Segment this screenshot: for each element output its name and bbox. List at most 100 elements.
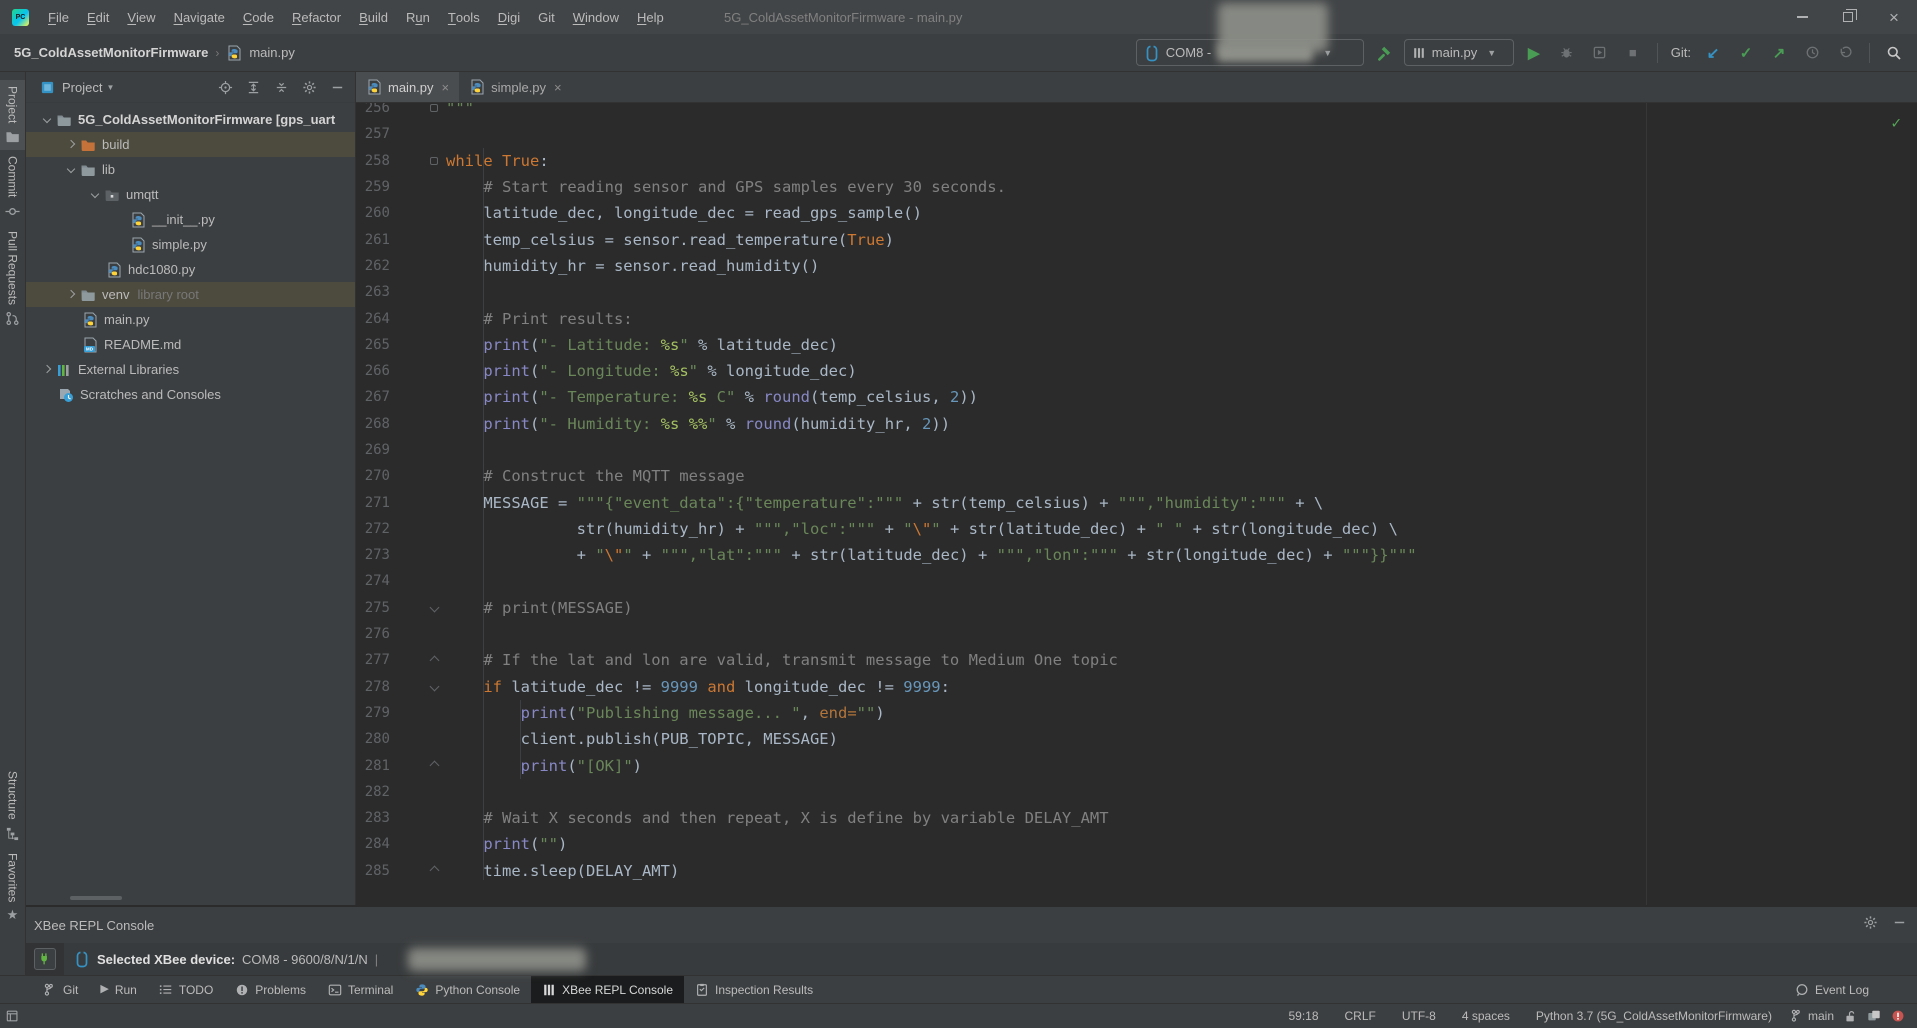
- tree-item-init-py[interactable]: __init__.py: [26, 207, 355, 232]
- menu-digi[interactable]: Digi: [489, 0, 529, 34]
- toolwindow-tab-python-console[interactable]: Python Console: [404, 976, 531, 1003]
- debug-button[interactable]: [1554, 40, 1580, 66]
- panel-settings-button[interactable]: [297, 75, 321, 99]
- menu-window[interactable]: Window: [564, 0, 628, 34]
- status-encoding[interactable]: UTF-8: [1402, 1009, 1436, 1023]
- git-push-button[interactable]: ↗: [1766, 40, 1792, 66]
- code-line-256[interactable]: 256 """: [356, 103, 1917, 121]
- tool-button-pull-requests[interactable]: Pull Requests: [0, 225, 25, 332]
- unlock-icon[interactable]: [1844, 1010, 1857, 1023]
- tree-item-lib[interactable]: lib: [26, 157, 355, 182]
- run-config-selector[interactable]: main.py ▼: [1404, 39, 1514, 66]
- breadcrumb-file[interactable]: main.py: [249, 45, 295, 60]
- menu-view[interactable]: View: [118, 0, 164, 34]
- tree-item-hdc1080-py[interactable]: hdc1080.py: [26, 257, 355, 282]
- code-line-272[interactable]: 272 str(humidity_hr) + ""","loc":""" + "…: [356, 516, 1917, 542]
- collapse-all-button[interactable]: [269, 75, 293, 99]
- code-line-271[interactable]: 271 MESSAGE = """{"event_data":{"tempera…: [356, 489, 1917, 515]
- code-line-266[interactable]: 266 print("- Longitude: %s" % longitude_…: [356, 358, 1917, 384]
- code-line-268[interactable]: 268 print("- Humidity: %s %%" % round(hu…: [356, 411, 1917, 437]
- stop-button[interactable]: ■: [1620, 40, 1646, 66]
- code-line-285[interactable]: 285 time.sleep(DELAY_AMT): [356, 858, 1917, 884]
- tab-simple-py[interactable]: simple.py ×: [459, 72, 572, 102]
- code-line-276[interactable]: 276: [356, 621, 1917, 647]
- code-line-274[interactable]: 274: [356, 568, 1917, 594]
- menu-run[interactable]: Run: [397, 0, 439, 34]
- chevron-down-icon[interactable]: [86, 186, 104, 204]
- tree-item-readme-md[interactable]: MDREADME.md: [26, 332, 355, 357]
- hide-panel-button[interactable]: [325, 75, 349, 99]
- fold-marker[interactable]: [390, 157, 446, 165]
- search-everywhere-button[interactable]: [1881, 40, 1907, 66]
- code-line-257[interactable]: 257: [356, 121, 1917, 147]
- toolwindow-tab-xbee-repl-console[interactable]: XBee REPL Console: [531, 976, 684, 1003]
- chevron-right-icon[interactable]: [38, 361, 56, 379]
- fold-marker[interactable]: [390, 867, 446, 874]
- fold-marker[interactable]: [390, 683, 446, 690]
- toolwindow-tab-terminal[interactable]: Terminal: [317, 976, 404, 1003]
- breadcrumb-project[interactable]: 5G_ColdAssetMonitorFirmware: [14, 45, 208, 60]
- code-line-260[interactable]: 260 latitude_dec, longitude_dec = read_g…: [356, 200, 1917, 226]
- tool-windows-icon[interactable]: [6, 1009, 20, 1023]
- chevron-right-icon[interactable]: [62, 136, 80, 154]
- tool-button-project[interactable]: Project: [0, 80, 25, 150]
- code-line-258[interactable]: 258 while True:: [356, 148, 1917, 174]
- horizontal-scrollbar[interactable]: [70, 896, 122, 900]
- code-line-277[interactable]: 277 # If the lat and lon are valid, tran…: [356, 647, 1917, 673]
- fold-marker[interactable]: [390, 762, 446, 769]
- status-indent-style[interactable]: 4 spaces: [1462, 1009, 1510, 1023]
- code-line-261[interactable]: 261 temp_celsius = sensor.read_temperatu…: [356, 226, 1917, 252]
- code-line-265[interactable]: 265 print("- Latitude: %s" % latitude_de…: [356, 332, 1917, 358]
- tab-main-py[interactable]: main.py ×: [356, 72, 459, 102]
- close-button[interactable]: ×: [1871, 0, 1917, 34]
- tree-item-umqtt[interactable]: umqtt: [26, 182, 355, 207]
- code-line-273[interactable]: 273 + "\"" + ""","lat":""" + str(latitud…: [356, 542, 1917, 568]
- toolwindow-tab-run[interactable]: ▶Run: [89, 976, 147, 1003]
- code-line-284[interactable]: 284 print(""): [356, 831, 1917, 857]
- git-update-button[interactable]: ↙: [1700, 40, 1726, 66]
- chevron-down-icon[interactable]: [38, 111, 56, 129]
- run-button[interactable]: ▶: [1521, 40, 1547, 66]
- tree-item-simple-py[interactable]: simple.py: [26, 232, 355, 257]
- tool-button-favorites[interactable]: Favorites★: [0, 847, 25, 927]
- tool-button-structure[interactable]: Structure: [0, 765, 25, 847]
- git-branch-widget[interactable]: main: [1790, 1009, 1834, 1023]
- error-indicator-icon[interactable]: [1891, 1009, 1905, 1023]
- code-line-280[interactable]: 280 client.publish(PUB_TOPIC, MESSAGE): [356, 726, 1917, 752]
- status-interpreter[interactable]: Python 3.7 (5G_ColdAssetMonitorFirmware): [1536, 1009, 1772, 1023]
- fold-marker[interactable]: [390, 604, 446, 611]
- code-area[interactable]: 256 """ 257 258 while True: 259 # Start …: [356, 103, 1917, 905]
- toolwindow-tab-inspection-results[interactable]: Inspection Results: [684, 976, 824, 1003]
- code-line-262[interactable]: 262 humidity_hr = sensor.read_humidity(): [356, 253, 1917, 279]
- tree-item-main-py[interactable]: main.py: [26, 307, 355, 332]
- inspection-ok-icon[interactable]: ✓: [1891, 113, 1901, 132]
- code-line-270[interactable]: 270 # Construct the MQTT message: [356, 463, 1917, 489]
- code-line-263[interactable]: 263: [356, 279, 1917, 305]
- menu-code[interactable]: Code: [234, 0, 283, 34]
- code-line-269[interactable]: 269: [356, 437, 1917, 463]
- toolwindow-tab-todo[interactable]: TODO: [148, 976, 224, 1003]
- code-line-282[interactable]: 282: [356, 779, 1917, 805]
- status-caret-position[interactable]: 59:18: [1288, 1009, 1318, 1023]
- coverage-button[interactable]: [1587, 40, 1613, 66]
- status-line-ending[interactable]: CRLF: [1345, 1009, 1376, 1023]
- menu-git[interactable]: Git: [529, 0, 564, 34]
- code-line-283[interactable]: 283 # Wait X seconds and then repeat, X …: [356, 805, 1917, 831]
- console-minimize-button[interactable]: [1892, 915, 1907, 935]
- menu-file[interactable]: File: [39, 0, 78, 34]
- chevron-right-icon[interactable]: [62, 286, 80, 304]
- minimize-button[interactable]: [1779, 0, 1825, 34]
- tree-item-scratches-and-consoles[interactable]: Scratches and Consoles: [26, 382, 355, 407]
- toolwindow-tab-problems[interactable]: Problems: [224, 976, 317, 1003]
- close-icon[interactable]: ×: [442, 80, 450, 95]
- menu-edit[interactable]: Edit: [78, 0, 118, 34]
- code-line-275[interactable]: 275 # print(MESSAGE): [356, 595, 1917, 621]
- menu-build[interactable]: Build: [350, 0, 397, 34]
- connect-device-button[interactable]: [34, 948, 56, 970]
- code-line-279[interactable]: 279 print("Publishing message... ", end=…: [356, 700, 1917, 726]
- fold-marker[interactable]: [390, 104, 446, 112]
- restore-button[interactable]: [1825, 0, 1871, 34]
- rollback-button[interactable]: [1832, 40, 1858, 66]
- event-log-button[interactable]: Event Log: [1795, 976, 1917, 1003]
- console-settings-button[interactable]: [1863, 915, 1878, 935]
